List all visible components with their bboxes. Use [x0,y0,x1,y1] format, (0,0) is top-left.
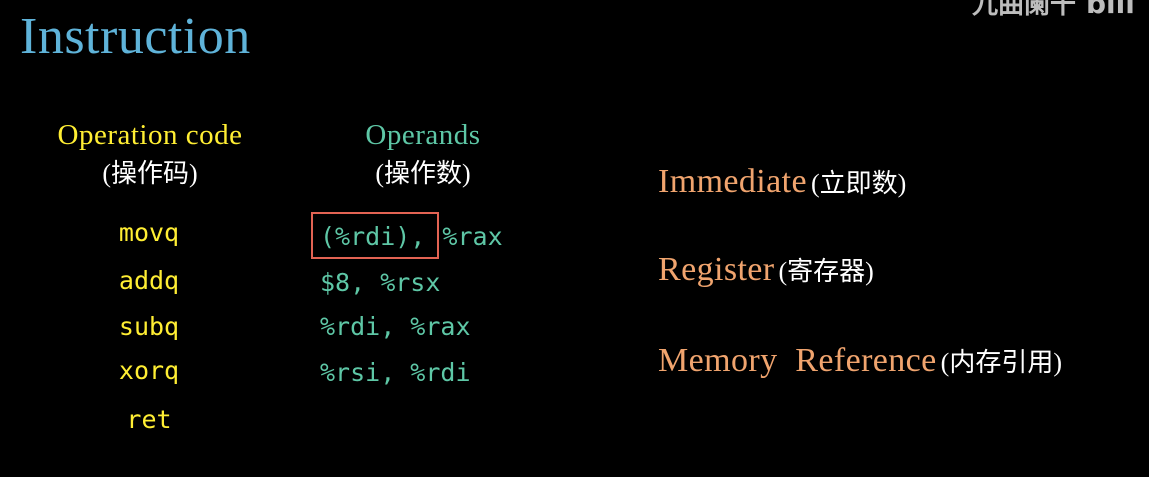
opcode-item: movq [118,218,180,247]
operand-type-name: Memory Reference [658,342,937,379]
operand-row: (%rdi), %rax [320,221,503,253]
opcode-item: subq [118,312,180,341]
operand-type-note: (寄存器) [778,257,874,286]
opcode-header: Operation code [57,119,243,151]
operand-type-name: Register [658,251,775,288]
operand-type-immediate: Immediate (立即数) [658,162,906,202]
operand-type-note: (内存引用) [940,348,1062,377]
slide-title: Instruction [20,8,251,65]
operands-header: Operands [365,119,481,151]
operand-row: %rdi, %rax [320,312,471,341]
operand-row: %rsi, %rdi [320,358,471,387]
watermark-text: 九曲阑干 [972,0,1077,20]
operands-subheader: (操作数) [375,159,471,188]
operand-highlighted: (%rdi), [320,222,426,251]
opcode-subheader: (操作码) [102,159,198,188]
operand-type-note: (立即数) [810,169,907,198]
opcode-item: addq [118,266,180,295]
opcode-item: ret [126,405,172,434]
operand-type-register: Register (寄存器) [658,250,874,290]
bilibili-logo-icon: bili [1086,0,1135,20]
operand-type-memory-reference: Memory Reference (内存引用) [658,341,1062,381]
operand-rest: %rax [442,222,503,251]
operand-type-name: Immediate [658,163,807,200]
opcode-item: xorq [118,356,180,385]
operand-row: $8, %rsx [320,268,441,297]
watermark: 九曲阑干 bili [972,0,1135,23]
